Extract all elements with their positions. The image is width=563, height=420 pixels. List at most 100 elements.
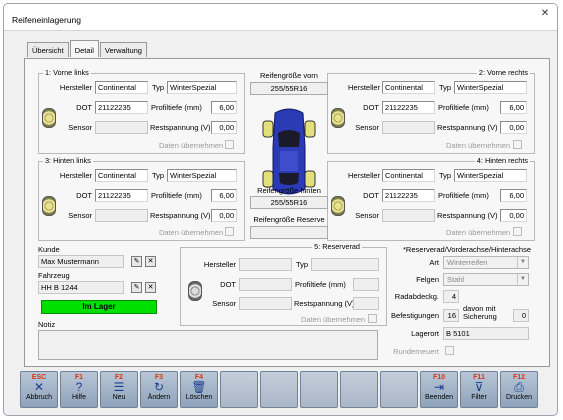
rear-left-typ-field[interactable]: WinterSpezial: [167, 169, 237, 182]
rear-right-hersteller-field[interactable]: Continental: [382, 169, 435, 182]
fkey-text: Hilfe: [71, 394, 86, 401]
tire-icon: [331, 108, 345, 128]
rear-left-profiltiefe-field[interactable]: 6,00: [211, 189, 237, 202]
group-reserve: 5: Reserverad Hersteller Typ DOT Profilt…: [180, 242, 387, 326]
empty-fkey: [300, 371, 338, 408]
label-profiltiefe: Profiltiefe (mm): [151, 191, 202, 200]
tab-detail[interactable]: Detail: [69, 40, 99, 57]
reserve-dot-field[interactable]: [239, 278, 292, 291]
rear-left-hersteller-field[interactable]: Continental: [95, 169, 148, 182]
rear-right-sensor-field[interactable]: [382, 209, 435, 222]
label-davon-mit-sicherung: davon mit Sicherung: [463, 304, 497, 321]
tire-icon: [42, 196, 56, 216]
label-daten-uebernehmen: Daten übernehmen: [159, 228, 224, 237]
rear-left-restspannung-field[interactable]: 0,00: [211, 209, 237, 222]
beenden-button[interactable]: F10 ⇥ Beenden: [420, 371, 458, 408]
reserve-size-field[interactable]: [250, 226, 328, 239]
print-icon: ⎙: [514, 380, 524, 394]
rear-size-label: Reifengröße hinten: [257, 186, 321, 195]
hilfe-button[interactable]: F1? Hilfe: [60, 371, 98, 408]
fkey-text: Löschen: [185, 394, 213, 401]
rear-right-typ-field[interactable]: WinterSpezial: [454, 169, 527, 182]
filter-icon: ⊽: [474, 380, 484, 394]
sicherung-field[interactable]: 0: [513, 309, 529, 322]
window-title: Reifeneinlagerung: [12, 15, 81, 25]
label-hersteller: Hersteller: [59, 83, 92, 92]
front-left-daten-checkbox[interactable]: [225, 140, 234, 149]
label-dot: DOT: [220, 280, 236, 289]
reserve-profiltiefe-field[interactable]: [353, 278, 379, 291]
reserve-hersteller-field[interactable]: [239, 258, 292, 271]
front-size-field[interactable]: 255/55R16: [250, 82, 328, 95]
neu-button[interactable]: F2 ☰ Neu: [100, 371, 138, 408]
new-icon: ☰: [113, 380, 125, 394]
rear-size-field[interactable]: 255/55R16: [250, 196, 328, 209]
label-daten-uebernehmen: Daten übernehmen: [446, 141, 511, 150]
clear-customer-icon[interactable]: ✕: [145, 256, 156, 267]
front-right-daten-checkbox[interactable]: [513, 140, 522, 149]
fkey-text: Drucken: [505, 394, 533, 401]
front-left-profiltiefe-field[interactable]: 6,00: [211, 101, 237, 114]
filter-button[interactable]: F11 ⊽ Filter: [460, 371, 498, 408]
notiz-textarea[interactable]: [38, 330, 378, 360]
aendern-button[interactable]: F3 ↻ Ändern: [140, 371, 178, 408]
tab-strip: Übersicht Detail Verwaltung: [27, 40, 148, 58]
radabdeckg-field[interactable]: 4: [443, 290, 459, 303]
felgen-select[interactable]: Stahl ▼: [443, 273, 529, 286]
reserve-restspannung-field[interactable]: [353, 297, 379, 310]
main-window: Reifeneinlagerung ✕ Übersicht Detail Ver…: [3, 3, 558, 416]
edit-vehicle-icon[interactable]: ✎: [131, 282, 142, 293]
drucken-button[interactable]: F12 ⎙ Drucken: [500, 371, 538, 408]
front-left-sensor-field[interactable]: [95, 121, 148, 134]
label-hersteller: Hersteller: [59, 171, 92, 180]
befestigungen-field[interactable]: 16: [443, 309, 459, 322]
runderneuert-checkbox[interactable]: [445, 346, 454, 355]
empty-fkey: [220, 371, 258, 408]
front-left-hersteller-field[interactable]: Continental: [95, 81, 148, 94]
label-profiltiefe: Profiltiefe (mm): [438, 103, 489, 112]
reserve-daten-checkbox[interactable]: [368, 314, 377, 323]
rear-left-dot-field[interactable]: 21122235: [95, 189, 148, 202]
lagerort-field[interactable]: B 5101: [443, 327, 529, 340]
rear-right-daten-checkbox[interactable]: [513, 227, 522, 236]
front-right-hersteller-field[interactable]: Continental: [382, 81, 435, 94]
loeschen-button[interactable]: F4 🗑 Löschen: [180, 371, 218, 408]
rear-right-restspannung-field[interactable]: 0,00: [500, 209, 527, 222]
rear-left-daten-checkbox[interactable]: [225, 227, 234, 236]
reserve-sensor-field[interactable]: [239, 297, 292, 310]
label-sensor: Sensor: [68, 123, 92, 132]
felgen-select-value: Stahl: [447, 275, 465, 284]
label-dot: DOT: [76, 103, 92, 112]
rear-left-sensor-field[interactable]: [95, 209, 148, 222]
front-right-dot-field[interactable]: 21122235: [382, 101, 435, 114]
front-left-typ-field[interactable]: WinterSpezial: [167, 81, 237, 94]
front-right-typ-field[interactable]: WinterSpezial: [454, 81, 527, 94]
empty-fkey: [380, 371, 418, 408]
front-right-profiltiefe-field[interactable]: 6,00: [500, 101, 527, 114]
group-rear-right: 4: Hinten rechts Hersteller Continental …: [327, 156, 535, 241]
clear-vehicle-icon[interactable]: ✕: [145, 282, 156, 293]
label-notiz: Notiz: [38, 320, 56, 329]
chevron-down-icon: ▼: [517, 257, 528, 268]
rear-right-profiltiefe-field[interactable]: 6,00: [500, 189, 527, 202]
label-typ: Typ: [296, 260, 309, 269]
group-title-front-left: 1: Vorne links: [43, 68, 91, 77]
abbruch-button[interactable]: ESC ✕ Abbruch: [20, 371, 58, 408]
trash-icon: 🗑: [191, 380, 207, 394]
fkey-text: Ändern: [147, 394, 171, 401]
front-left-restspannung-field[interactable]: 0,00: [211, 121, 237, 134]
customer-name-field[interactable]: Max Mustermann: [38, 255, 124, 268]
front-left-dot-field[interactable]: 21122235: [95, 101, 148, 114]
status-badge: Im Lager: [41, 300, 157, 314]
tab-uebersicht[interactable]: Übersicht: [27, 42, 69, 57]
close-icon[interactable]: ✕: [539, 8, 551, 20]
label-restspannung: Restspannung (V): [150, 211, 211, 220]
tab-verwaltung[interactable]: Verwaltung: [99, 42, 147, 57]
front-right-sensor-field[interactable]: [382, 121, 435, 134]
vehicle-field[interactable]: HH B 1244: [38, 281, 124, 294]
rear-right-dot-field[interactable]: 21122235: [382, 189, 435, 202]
reserve-typ-field[interactable]: [311, 258, 379, 271]
edit-customer-icon[interactable]: ✎: [131, 256, 142, 267]
front-right-restspannung-field[interactable]: 0,00: [500, 121, 527, 134]
art-select[interactable]: Winterreifen ▼: [443, 256, 529, 269]
